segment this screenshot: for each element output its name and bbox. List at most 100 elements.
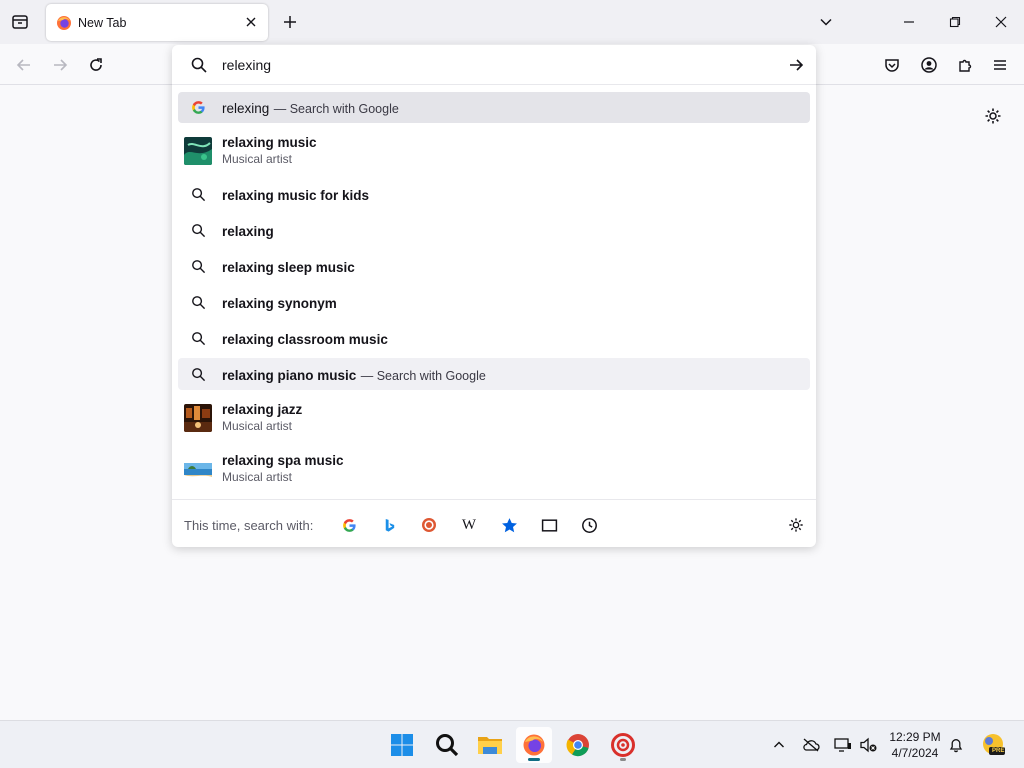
app-menu-button[interactable] — [988, 53, 1012, 77]
result-row[interactable]: relaxing synonym — [178, 287, 810, 319]
arrow-left-icon — [16, 59, 30, 71]
result-title: relaxing — [222, 224, 274, 239]
firefox-icon — [57, 15, 71, 30]
windows-taskbar: 12:29 PM 4/7/2024 PRE — [0, 720, 1024, 768]
one-off-search-bar: This time, search with: W — [172, 499, 816, 547]
chrome-icon — [566, 734, 589, 757]
result-subtitle: Musical artist — [222, 419, 293, 433]
tab-strip: New Tab — [0, 0, 1024, 44]
chevron-up-icon — [774, 741, 784, 748]
tabs-icon — [541, 518, 557, 532]
preview-badge-label: PRE — [992, 748, 1005, 754]
bookmarks-search-button[interactable] — [498, 514, 520, 536]
red-app-icon — [611, 733, 635, 757]
history-clock-icon — [581, 517, 597, 533]
go-button[interactable] — [786, 55, 806, 75]
close-icon — [246, 17, 256, 27]
result-title: relexing — [222, 101, 270, 116]
taskbar-app-button[interactable] — [605, 727, 641, 763]
widgets-button[interactable]: PRE — [980, 732, 1006, 758]
extensions-button[interactable] — [953, 53, 977, 77]
system-clock[interactable]: 12:29 PM 4/7/2024 — [882, 729, 948, 761]
pocket-icon — [885, 59, 899, 72]
result-title: relaxing classroom music — [222, 332, 388, 347]
windows-icon — [391, 734, 413, 756]
history-search-button[interactable] — [578, 514, 600, 536]
running-indicator — [620, 758, 626, 761]
file-explorer-button[interactable] — [472, 727, 508, 763]
result-title: relaxing jazz — [222, 402, 303, 417]
network-button[interactable] — [833, 735, 853, 755]
artist-thumbnail — [184, 404, 212, 432]
restore-icon — [949, 16, 961, 28]
result-action: — Search with Google — [360, 369, 486, 383]
arrow-right-icon — [54, 59, 68, 71]
result-row[interactable]: relaxing spa music Musical artist — [178, 447, 810, 491]
duckduckgo-engine-button[interactable] — [418, 514, 440, 536]
list-all-tabs-button[interactable] — [816, 12, 836, 32]
tab-close-button[interactable] — [242, 13, 260, 31]
pocket-button[interactable] — [880, 53, 904, 77]
google-icon — [342, 518, 356, 532]
back-button[interactable] — [12, 53, 36, 77]
firefox-view-icon — [12, 15, 28, 29]
taskbar-search-button[interactable] — [429, 727, 465, 763]
search-icon — [190, 222, 206, 238]
wikipedia-engine-button[interactable]: W — [458, 514, 480, 536]
result-title: relaxing synonym — [222, 296, 337, 311]
start-button[interactable] — [384, 727, 420, 763]
bing-icon — [385, 518, 394, 532]
result-title: relaxing sleep music — [222, 260, 355, 275]
puzzle-icon — [959, 59, 972, 72]
result-row[interactable]: relaxing jazz Musical artist — [178, 396, 810, 440]
urlbar-popup: relexing — Search with Google relaxing m… — [172, 45, 816, 547]
firefox-view-button[interactable] — [8, 10, 32, 34]
result-row[interactable]: relaxing piano music — Search with Googl… — [178, 358, 810, 390]
reload-button[interactable] — [84, 53, 108, 77]
urlbar-input[interactable] — [222, 54, 762, 76]
bell-icon — [949, 739, 963, 753]
account-button[interactable] — [917, 53, 941, 77]
search-icon — [191, 57, 207, 73]
search-icon — [436, 734, 459, 757]
speaker-muted-icon — [860, 737, 877, 753]
restore-button[interactable] — [941, 8, 969, 36]
result-row[interactable]: relaxing music for kids — [178, 179, 810, 211]
tabs-search-button[interactable] — [538, 514, 560, 536]
result-row[interactable]: relaxing music Musical artist — [178, 129, 810, 173]
minimize-button[interactable] — [895, 8, 923, 36]
notifications-button[interactable] — [946, 735, 966, 755]
google-engine-button[interactable] — [338, 514, 360, 536]
result-row[interactable]: relaxing — [178, 215, 810, 247]
duckduckgo-icon — [422, 518, 436, 532]
result-subtitle: Musical artist — [222, 152, 293, 166]
onedrive-button[interactable] — [801, 735, 821, 755]
taskbar-firefox-button[interactable] — [516, 727, 552, 763]
cloud-offline-icon — [803, 738, 820, 752]
show-hidden-icons-button[interactable] — [769, 735, 789, 755]
new-tab-settings-button[interactable] — [982, 105, 1004, 127]
artist-thumbnail — [184, 137, 212, 165]
search-icon — [190, 186, 206, 202]
firefox-icon — [523, 734, 545, 756]
result-row[interactable]: relaxing classroom music — [178, 323, 810, 355]
display-network-icon — [834, 738, 851, 752]
bing-engine-button[interactable] — [378, 514, 400, 536]
forward-button[interactable] — [48, 53, 72, 77]
tab-title: New Tab — [78, 15, 127, 30]
minimize-icon — [904, 21, 914, 23]
search-settings-button[interactable] — [785, 514, 807, 536]
new-tab-button[interactable] — [280, 12, 300, 32]
result-title: relaxing piano music — [222, 368, 357, 383]
volume-button[interactable] — [859, 735, 879, 755]
reload-icon — [90, 58, 102, 71]
tab-new-tab[interactable]: New Tab — [46, 4, 268, 41]
one-off-label: This time, search with: — [184, 518, 314, 533]
search-icon — [190, 366, 206, 382]
hamburger-menu-icon — [994, 60, 1006, 70]
close-window-button[interactable] — [987, 8, 1015, 36]
taskbar-chrome-button[interactable] — [560, 727, 596, 763]
result-row[interactable]: relaxing sleep music — [178, 251, 810, 283]
result-row[interactable]: relexing — Search with Google — [178, 92, 810, 123]
search-icon — [190, 258, 206, 274]
